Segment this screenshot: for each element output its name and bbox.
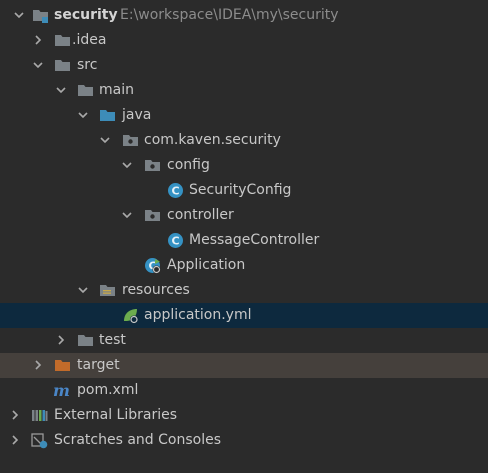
svg-text:C: C (171, 185, 179, 198)
spring-yaml-icon (122, 307, 139, 324)
chevron-down-icon[interactable] (13, 9, 25, 21)
tree-row-package[interactable]: com.kaven.security (0, 128, 488, 153)
tree-row-java[interactable]: java (0, 103, 488, 128)
tree-label-package: com.kaven.security (144, 132, 281, 148)
tree-row-src[interactable]: src (0, 53, 488, 78)
folder-icon (54, 57, 71, 74)
tree-label-application-yml: application.yml (144, 307, 252, 323)
chevron-down-icon[interactable] (121, 209, 133, 221)
tree-row-security-config[interactable]: C SecurityConfig (0, 178, 488, 203)
source-folder-icon (99, 107, 116, 124)
tree-row-scratches[interactable]: Scratches and Consoles (0, 428, 488, 453)
spring-boot-class-icon: C (144, 257, 161, 274)
tree-row-main[interactable]: main (0, 78, 488, 103)
chevron-right-icon[interactable] (9, 409, 21, 421)
resources-folder-icon (99, 282, 116, 299)
tree-label-security-config: SecurityConfig (189, 182, 292, 198)
class-icon: C (167, 232, 184, 249)
tree-label-idea: .idea (72, 32, 107, 48)
libraries-icon (31, 407, 48, 424)
folder-icon (77, 332, 94, 349)
chevron-down-icon[interactable] (121, 159, 133, 171)
tree-row-test[interactable]: test (0, 328, 488, 353)
chevron-right-icon[interactable] (32, 34, 44, 46)
tree-label-controller: controller (167, 207, 234, 223)
tree-label-security: security (54, 7, 118, 23)
scratches-icon (31, 432, 48, 449)
chevron-down-icon[interactable] (55, 84, 67, 96)
module-folder-icon (32, 7, 49, 24)
module-path: E:\workspace\IDEA\my\security (120, 7, 339, 23)
folder-icon (77, 82, 94, 99)
svg-text:C: C (171, 235, 179, 248)
chevron-down-icon[interactable] (77, 109, 89, 121)
package-icon (144, 207, 161, 224)
tree-row-application-yml[interactable]: application.yml (0, 303, 488, 328)
maven-icon: m (53, 382, 70, 399)
tree-row-resources[interactable]: resources (0, 278, 488, 303)
tree-row-application[interactable]: C Application (0, 253, 488, 278)
package-icon (122, 132, 139, 149)
chevron-down-icon[interactable] (32, 59, 44, 71)
chevron-right-icon[interactable] (9, 434, 21, 446)
tree-label-external-libraries: External Libraries (54, 407, 177, 423)
tree-row-external-libraries[interactable]: External Libraries (0, 403, 488, 428)
tree-label-pom: pom.xml (77, 382, 139, 398)
tree-row-target[interactable]: target (0, 353, 488, 378)
tree-row-security[interactable]: security E:\workspace\IDEA\my\security (0, 3, 488, 28)
chevron-right-icon[interactable] (55, 334, 67, 346)
chevron-down-icon[interactable] (99, 134, 111, 146)
folder-icon (54, 32, 71, 49)
chevron-right-icon[interactable] (32, 359, 44, 371)
tree-row-pom[interactable]: m pom.xml (0, 378, 488, 403)
chevron-down-icon[interactable] (77, 284, 89, 296)
tree-row-controller[interactable]: controller (0, 203, 488, 228)
svg-text:m: m (53, 382, 70, 399)
package-icon (144, 157, 161, 174)
tree-label-config: config (167, 157, 210, 173)
tree-label-resources: resources (122, 282, 190, 298)
tree-label-java: java (122, 107, 152, 123)
tree-label-main: main (99, 82, 134, 98)
excluded-folder-icon (54, 357, 71, 374)
class-icon: C (167, 182, 184, 199)
tree-label-src: src (77, 57, 98, 73)
tree-row-config[interactable]: config (0, 153, 488, 178)
project-tree: security E:\workspace\IDEA\my\security .… (0, 0, 488, 473)
tree-label-target: target (77, 357, 120, 373)
tree-label-test: test (99, 332, 126, 348)
tree-label-application: Application (167, 257, 246, 273)
tree-row-idea[interactable]: .idea (0, 28, 488, 53)
tree-label-scratches: Scratches and Consoles (54, 432, 221, 448)
tree-row-message-controller[interactable]: C MessageController (0, 228, 488, 253)
tree-label-message-controller: MessageController (189, 232, 320, 248)
